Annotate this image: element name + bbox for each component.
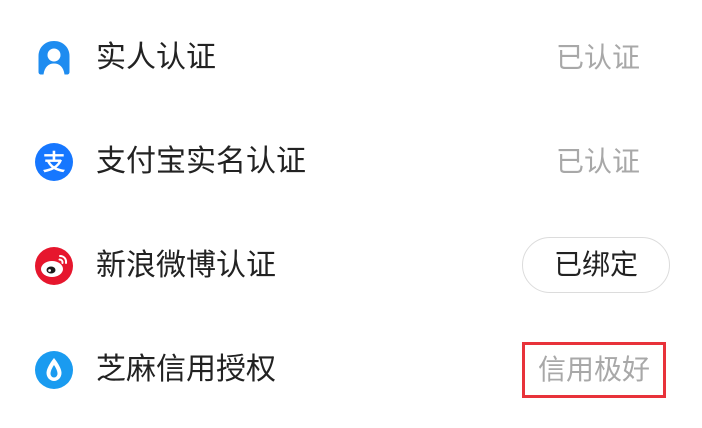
alipay-icon: 支 — [35, 143, 73, 181]
item-label: 支付宝实名认证 — [96, 144, 306, 179]
item-label: 实人认证 — [96, 40, 216, 75]
svg-text:支: 支 — [43, 151, 66, 176]
list-item-zhima-credit[interactable]: 芝麻信用授权 信用极好 — [0, 330, 702, 410]
zhima-credit-icon — [35, 351, 73, 389]
bound-status-button[interactable]: 已绑定 — [522, 237, 670, 293]
list-item-real-person-verify[interactable]: 实人认证 已认证 — [0, 18, 702, 98]
credit-status-highlighted[interactable]: 信用极好 — [522, 342, 666, 398]
person-verify-icon — [38, 41, 70, 75]
list-item-alipay-verify[interactable]: 支 支付宝实名认证 已认证 — [0, 122, 702, 202]
status-verified: 已认证 — [555, 41, 640, 74]
list-item-weibo-verify[interactable]: 新浪微博认证 已绑定 — [0, 226, 702, 306]
item-label: 新浪微博认证 — [96, 248, 276, 283]
item-label: 芝麻信用授权 — [96, 352, 276, 387]
status-verified: 已认证 — [555, 145, 640, 178]
verification-list: 实人认证 已认证 支 支付宝实名认证 已认证 新浪微博认证 已绑定 芝麻信用授权 — [0, 0, 702, 428]
weibo-icon — [35, 247, 73, 285]
